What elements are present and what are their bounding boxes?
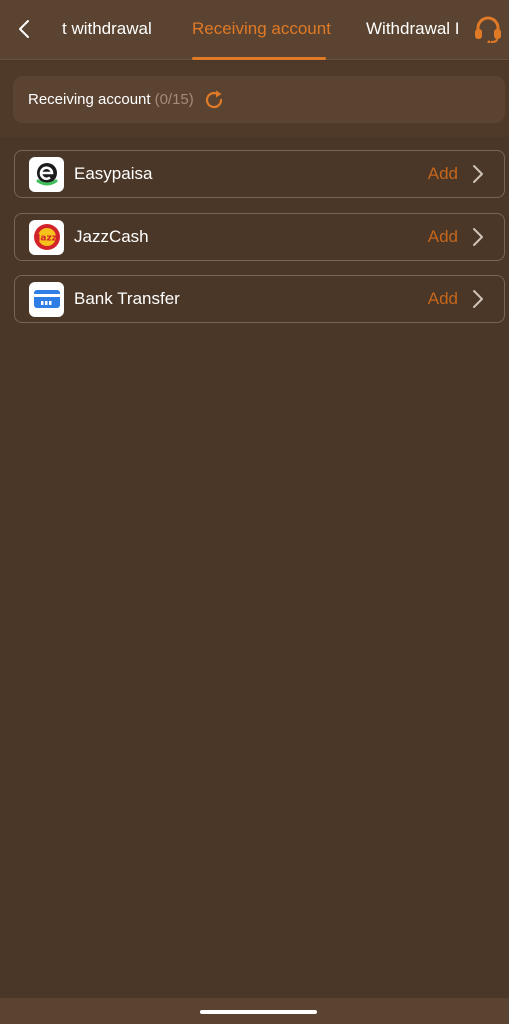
jazzcash-logo: Jazz [29, 219, 64, 255]
provider-name: Bank Transfer [74, 289, 180, 308]
headset-icon [475, 16, 501, 43]
back-button[interactable] [10, 14, 38, 44]
account-row-bank-transfer[interactable]: Bank Transfer Add [14, 275, 505, 323]
page: t withdrawal Receiving account Withdrawa… [0, 0, 509, 1024]
active-tab-indicator [192, 57, 326, 60]
chevron-right-icon [468, 163, 488, 185]
tab-withdrawal[interactable]: t withdrawal [62, 0, 152, 60]
account-summary: Receiving account (0/15) [13, 76, 505, 123]
account-row-jazzcash[interactable]: Jazz JazzCash Add [14, 213, 505, 261]
refresh-icon [205, 90, 222, 108]
refresh-button[interactable] [203, 89, 225, 111]
tab-bar: t withdrawal Receiving account Withdrawa… [44, 0, 458, 60]
system-navigation-bar [0, 998, 509, 1024]
summary-label: Receiving account [28, 91, 151, 108]
tab-receiving-account[interactable]: Receiving account [192, 0, 331, 60]
easypaisa-logo [29, 156, 64, 192]
add-easypaisa-button[interactable]: Add [428, 164, 458, 184]
chevron-left-icon [19, 20, 29, 38]
summary-section: Receiving account (0/15) [0, 61, 509, 137]
add-bank-transfer-button[interactable]: Add [428, 289, 458, 309]
customer-support-button[interactable] [471, 13, 505, 45]
bank-card-icon [29, 281, 64, 317]
chevron-right-icon [468, 226, 488, 248]
add-jazzcash-button[interactable]: Add [428, 227, 458, 247]
account-row-easypaisa[interactable]: Easypaisa Add [14, 150, 505, 198]
home-indicator[interactable] [200, 1010, 317, 1014]
provider-name: Easypaisa [74, 164, 153, 183]
top-header: t withdrawal Receiving account Withdrawa… [0, 0, 509, 60]
chevron-right-icon [468, 288, 488, 310]
svg-text:Jazz: Jazz [36, 234, 57, 244]
provider-name: JazzCash [74, 227, 149, 246]
tab-withdrawal-record[interactable]: Withdrawal I [366, 0, 458, 60]
account-count: (0/15) [154, 91, 194, 108]
